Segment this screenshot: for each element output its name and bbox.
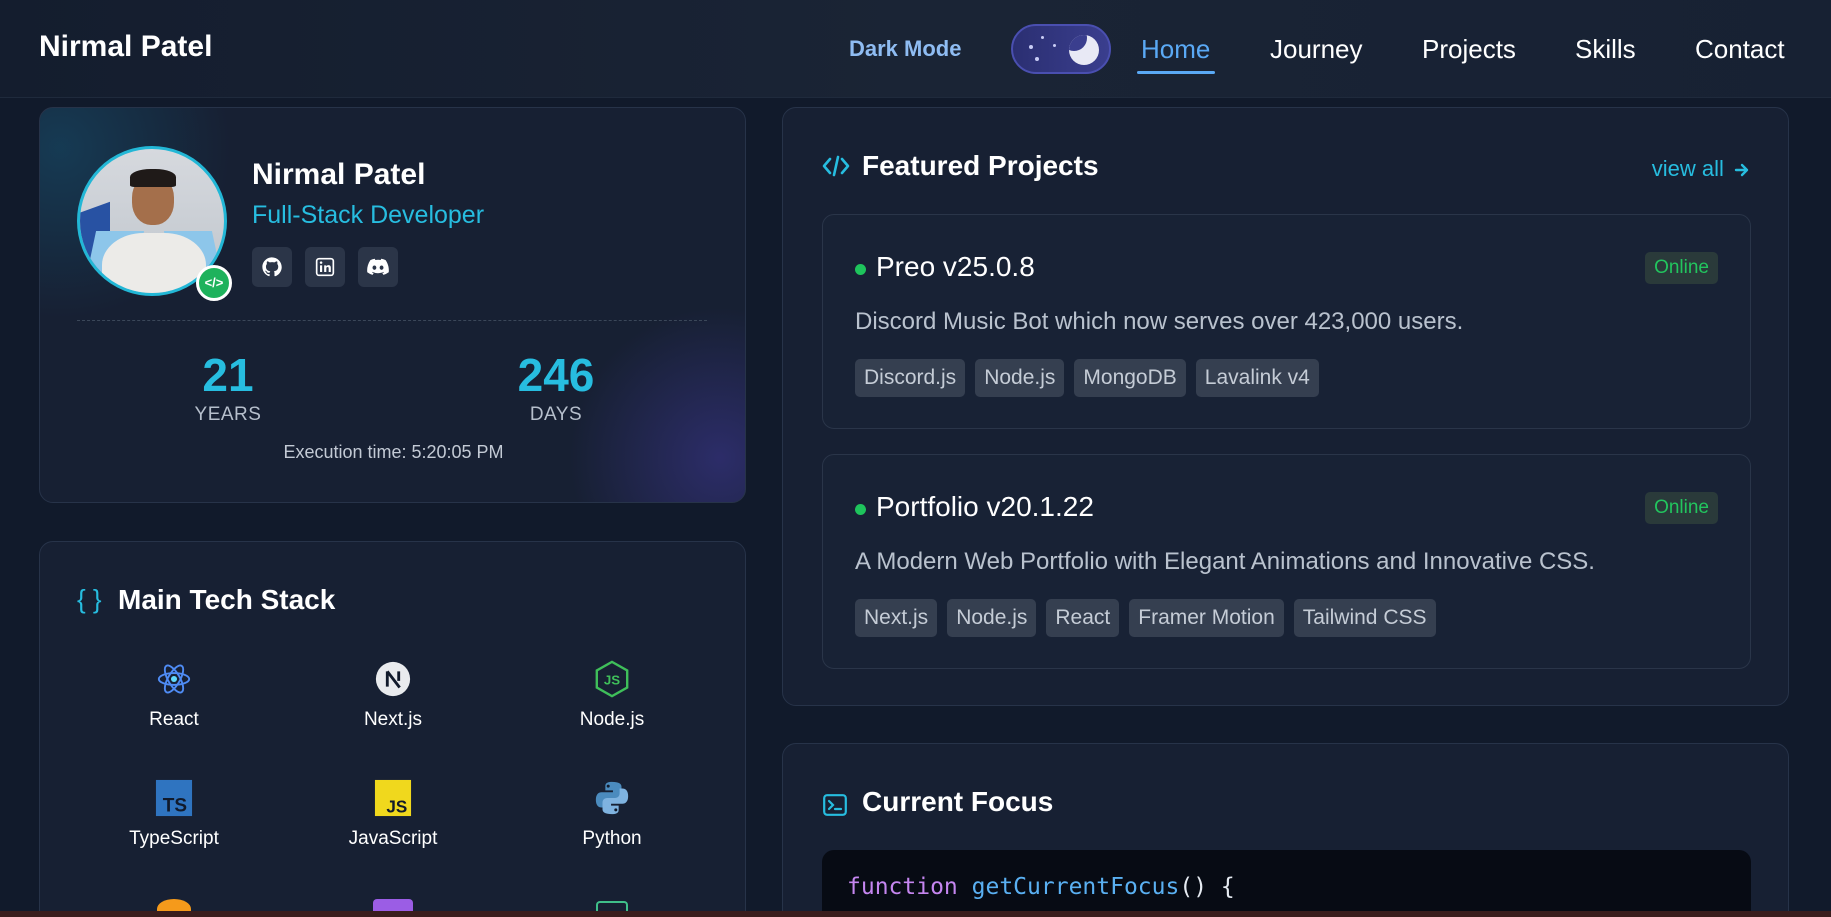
project-description: A Modern Web Portfolio with Elegant Anim… <box>855 548 1595 575</box>
svg-text:TS: TS <box>163 795 187 816</box>
view-all-link[interactable]: view all <box>1652 156 1750 182</box>
stat-days-value: 246 <box>517 349 595 401</box>
current-focus-card: Current Focus function getCurrentFocus()… <box>782 743 1789 917</box>
tech-label: TypeScript <box>129 828 219 849</box>
nav-active-underline <box>1137 71 1215 74</box>
tech-tag: Next.js <box>855 599 938 637</box>
view-all-label: view all <box>1651 156 1724 181</box>
nav-link-home[interactable]: Home <box>1141 34 1210 65</box>
nodejs-icon: JS <box>595 660 629 698</box>
featured-projects-card: Featured Projects view all Preo v25.0.8 … <box>782 107 1789 706</box>
status-badge: Online <box>1645 492 1718 524</box>
moon-icon <box>1069 35 1099 65</box>
execution-time: Execution time: 5:20:05 PM <box>283 442 504 462</box>
tech-tag: Node.js <box>947 599 1037 637</box>
profile-role: Full-Stack Developer <box>252 201 485 229</box>
tech-label: JavaScript <box>348 828 438 849</box>
nav-link-journey[interactable]: Journey <box>1270 34 1363 65</box>
project-tags: Discord.js Node.js MongoDB Lavalink v4 <box>855 359 1319 397</box>
star-icon <box>1029 45 1033 49</box>
online-dot-icon <box>855 264 866 275</box>
python-icon <box>595 781 629 815</box>
linkedin-button[interactable] <box>305 247 345 287</box>
tech-tag: Node.js <box>975 359 1065 397</box>
dark-mode-label: Dark Mode <box>849 36 962 61</box>
github-icon <box>262 257 282 277</box>
svg-text:JS: JS <box>604 673 620 688</box>
dark-mode-toggle[interactable] <box>1011 24 1111 74</box>
tech-item-javascript: JS JavaScript <box>293 779 493 850</box>
tech-tag: MongoDB <box>1074 359 1186 397</box>
tech-stack-card: { } Main Tech Stack React Next.js JS Nod… <box>39 541 746 917</box>
current-focus-title: Current Focus <box>862 786 1054 817</box>
brand-logo[interactable]: Nirmal Patel <box>39 30 212 64</box>
tech-label: Node.js <box>579 709 645 730</box>
tech-tag: Tailwind CSS <box>1293 599 1436 637</box>
nav-link-skills[interactable]: Skills <box>1575 34 1636 65</box>
tech-item-nextjs: Next.js <box>293 660 493 731</box>
star-icon <box>1053 44 1056 47</box>
javascript-icon: JS <box>374 779 412 816</box>
project-name: Portfolio v20.1.22 <box>876 491 1094 522</box>
tech-tag: Lavalink v4 <box>1195 359 1319 397</box>
project-card-portfolio[interactable]: Portfolio v20.1.22 Online A Modern Web P… <box>822 454 1751 669</box>
arrow-right-icon <box>1734 163 1749 177</box>
tech-label: React <box>149 709 199 730</box>
terminal-icon <box>823 794 847 816</box>
featured-projects-title: Featured Projects <box>862 150 1099 181</box>
project-tags: Next.js Node.js React Framer Motion Tail… <box>855 599 1436 637</box>
braces-icon: { } <box>77 584 102 614</box>
stat-years-value: 21 <box>202 349 254 401</box>
tech-item-typescript: TS TypeScript <box>74 779 274 850</box>
profile-card: </> Nirmal Patel Full-Stack Developer 21… <box>39 107 746 503</box>
tech-label: Python <box>582 828 642 849</box>
react-icon <box>157 664 191 694</box>
tech-label: Next.js <box>363 709 423 730</box>
profile-divider <box>77 320 707 321</box>
code-icon <box>822 155 850 177</box>
discord-icon <box>367 258 389 275</box>
online-dot-icon <box>855 504 866 515</box>
tech-tag: Framer Motion <box>1129 599 1284 637</box>
nextjs-icon <box>375 661 411 697</box>
stat-years-label: YEARS <box>194 404 262 425</box>
code-badge-icon: </> <box>196 265 232 301</box>
discord-button[interactable] <box>358 247 398 287</box>
nav-link-contact[interactable]: Contact <box>1695 34 1785 65</box>
code-block: function getCurrentFocus() { <box>822 850 1751 917</box>
star-icon <box>1035 57 1039 61</box>
star-icon <box>1041 36 1044 39</box>
stat-days-label: DAYS <box>529 404 583 425</box>
tech-item-python: Python <box>512 779 712 850</box>
project-name: Preo v25.0.8 <box>876 251 1035 282</box>
status-badge: Online <box>1645 252 1718 284</box>
typescript-icon: TS <box>155 779 193 816</box>
tech-item-nodejs: JS Node.js <box>512 660 712 731</box>
tech-tag: React <box>1046 599 1120 637</box>
linkedin-icon <box>315 257 335 277</box>
github-button[interactable] <box>252 247 292 287</box>
profile-name: Nirmal Patel <box>252 158 426 191</box>
navbar: Nirmal Patel Dark Mode Home Journey Proj… <box>0 0 1831 98</box>
tech-tag: Discord.js <box>855 359 966 397</box>
bottom-edge <box>0 911 1831 917</box>
project-card-preo[interactable]: Preo v25.0.8 Online Discord Music Bot wh… <box>822 214 1751 429</box>
nav-link-projects[interactable]: Projects <box>1422 34 1516 65</box>
svg-text:JS: JS <box>386 797 407 816</box>
code-keyword: function <box>847 874 958 900</box>
code-punctuation: () { <box>1179 874 1235 900</box>
project-description: Discord Music Bot which now serves over … <box>855 308 1464 335</box>
tech-item-react: React <box>74 660 274 731</box>
code-function-name: getCurrentFocus <box>971 874 1180 900</box>
tech-stack-title: Main Tech Stack <box>118 584 336 615</box>
